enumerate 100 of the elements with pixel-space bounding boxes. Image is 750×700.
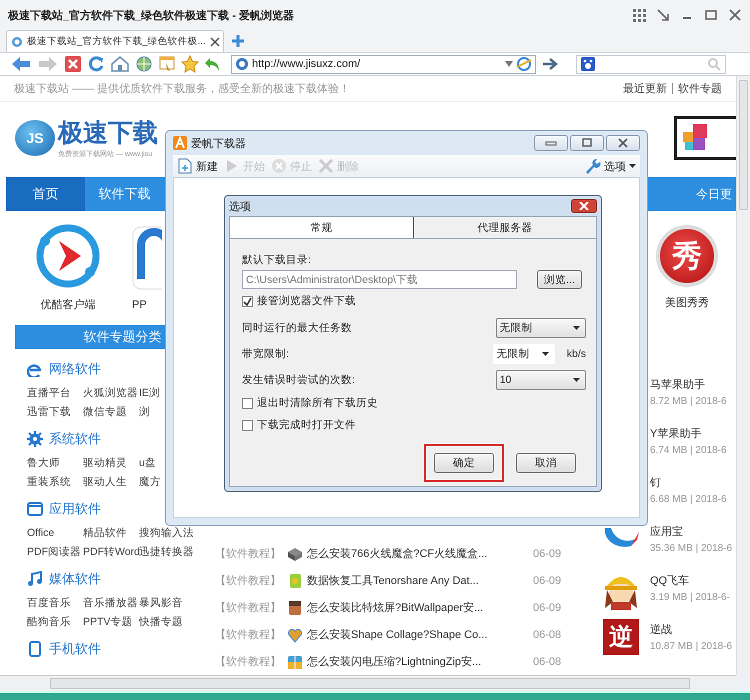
category-link[interactable]: 驱动精灵 — [83, 456, 127, 470]
app-link[interactable]: 逆战 — [650, 622, 732, 636]
category-link[interactable]: u盘 — [139, 456, 156, 470]
category-link[interactable]: PPTV专题 — [83, 615, 132, 629]
category-link[interactable]: 鲁大师 — [27, 456, 60, 470]
close-icon[interactable] — [728, 8, 742, 22]
window-title: 极速下载站_官方软件下载_绿色软件极速下载 - 爱帆浏览器 — [8, 8, 294, 22]
category-title[interactable]: 手机软件 — [49, 640, 101, 658]
category-link[interactable]: 精品软件 — [83, 526, 127, 540]
category-link[interactable]: 浏 — [139, 405, 150, 419]
back-icon[interactable] — [10, 55, 32, 73]
search-field[interactable] — [576, 54, 726, 74]
app-link[interactable]: 钉 — [650, 474, 727, 490]
article-tag: 【软件教程】 — [215, 627, 283, 642]
window-icon — [27, 501, 43, 517]
checkbox-label: 下载完成时打开文件 — [257, 418, 356, 432]
options-menu-button[interactable]: 选项 — [583, 157, 636, 175]
article-date: 06-08 — [533, 656, 562, 668]
app-icon[interactable]: 逆 — [603, 618, 639, 654]
star-icon[interactable] — [181, 55, 199, 73]
category-title[interactable]: 应用软件 — [49, 500, 101, 518]
app-meta: 3.19 MB | 2018-6- — [650, 592, 730, 602]
category-title[interactable]: 系统软件 — [49, 430, 101, 448]
category-title[interactable]: 媒体软件 — [49, 570, 101, 588]
category-link[interactable]: 百度音乐 — [27, 596, 71, 610]
category-link[interactable]: 迅捷转换器 — [139, 545, 194, 559]
category-link[interactable]: 迅雷下载 — [27, 405, 71, 419]
app-icon[interactable] — [132, 224, 162, 291]
dropdown[interactable]: 无限制 — [492, 344, 555, 364]
app-link[interactable]: QQ飞车 — [650, 572, 730, 588]
app-name[interactable]: 优酷客户端 — [40, 297, 96, 312]
address-bar[interactable]: http://www.jisuxz.com/ — [231, 54, 536, 74]
app-meta: 10.87 MB | 2018-6 — [650, 640, 732, 652]
horizontal-scrollbar[interactable] — [0, 675, 736, 691]
category-link[interactable]: PDF转Word — [83, 545, 140, 559]
category-link[interactable]: 音乐播放器 — [83, 596, 138, 610]
stop-icon[interactable] — [64, 55, 82, 73]
home-icon[interactable] — [110, 55, 130, 73]
category-title[interactable]: 网络软件 — [49, 360, 101, 378]
app-link[interactable]: Y苹果助手 — [650, 426, 727, 440]
note-icon[interactable] — [158, 55, 176, 73]
category-link[interactable]: 魔方 — [139, 475, 161, 489]
checkbox[interactable] — [242, 398, 253, 408]
unit-label: kb/s — [566, 348, 586, 360]
maximize-icon[interactable] — [581, 138, 593, 148]
document-icon — [287, 572, 303, 588]
category-link[interactable]: Office — [27, 526, 54, 540]
article-date: 06-09 — [533, 602, 562, 614]
app-name[interactable]: PP — [132, 298, 147, 311]
close-icon[interactable] — [210, 36, 220, 46]
browser-tab[interactable]: 极速下载站_官方软件下载_绿色软件极... — [6, 30, 224, 52]
dialog-tab[interactable]: 代理服务器 — [414, 217, 596, 238]
nav-tab[interactable]: 首页 — [6, 177, 85, 211]
shrink-icon[interactable] — [656, 8, 670, 22]
dropdown[interactable]: 无限制 — [496, 318, 586, 338]
category-link[interactable]: 直播平台 — [27, 386, 71, 400]
maximize-icon[interactable] — [704, 8, 718, 22]
article-tag: 【软件教程】 — [215, 546, 283, 561]
category-link[interactable]: 酷狗音乐 — [27, 615, 71, 629]
play-circle-icon[interactable] — [35, 223, 101, 290]
toolbar-button[interactable]: 新建 — [177, 158, 218, 174]
category-link[interactable]: 重装系统 — [27, 475, 71, 489]
app-name[interactable]: 美图秀秀 — [665, 295, 709, 310]
article-link[interactable]: 怎么安装闪电压缩?LightningZip安... — [307, 654, 529, 669]
input-field[interactable]: C:\Users\Administrator\Desktop\下载 — [242, 270, 517, 289]
top-link[interactable]: 最近更新 — [623, 80, 667, 96]
category-link[interactable]: 暴风影音 — [139, 596, 183, 610]
checkbox[interactable] — [242, 420, 253, 430]
dialog-button[interactable]: 取消 — [516, 453, 576, 473]
category-link[interactable]: 驱动人生 — [83, 475, 127, 489]
close-icon[interactable] — [617, 138, 629, 148]
app-icon[interactable]: 秀 — [656, 225, 718, 288]
plus-icon[interactable] — [231, 34, 245, 48]
article-link[interactable]: 怎么安装766火线魔盒?CF火线魔盒... — [307, 546, 529, 561]
top-link[interactable]: 软件专题 — [678, 80, 722, 96]
article-link[interactable]: 怎么安装Shape Collage?Shape Co... — [307, 627, 529, 642]
dialog-button[interactable]: 确定 — [434, 453, 494, 473]
checkbox[interactable] — [242, 296, 253, 306]
grid-icon[interactable] — [632, 8, 646, 22]
refresh-icon[interactable] — [87, 55, 105, 73]
category-link[interactable]: 快播专题 — [139, 615, 183, 629]
category-link[interactable]: 微信专题 — [83, 405, 127, 419]
category-link[interactable]: IE浏 — [139, 386, 160, 400]
category-link[interactable]: 搜狗输入法 — [139, 526, 194, 540]
article-link[interactable]: 数据恢复工具Tenorshare Any Dat... — [307, 573, 529, 588]
logo-badge: JS — [15, 120, 55, 156]
category-link[interactable]: PDF阅读器 — [27, 545, 81, 559]
category-link[interactable]: 火狐浏览器 — [83, 386, 138, 400]
article-tag: 【软件教程】 — [215, 600, 283, 615]
article-date: 06-09 — [533, 574, 562, 586]
gear-icon — [27, 431, 43, 447]
vertical-scrollbar[interactable] — [736, 76, 750, 675]
compat-icon[interactable] — [516, 56, 532, 72]
close-button[interactable] — [571, 199, 597, 213]
article-link[interactable]: 怎么安装比特炫屏?BitWallpaper安... — [307, 600, 529, 615]
dropdown[interactable]: 10 — [496, 370, 586, 390]
app-link[interactable]: 马苹果助手 — [650, 376, 727, 392]
app-link[interactable]: 应用宝 — [650, 524, 732, 538]
browse-button[interactable]: 浏览... — [537, 270, 582, 289]
address-field[interactable]: http://www.jisuxz.com/ — [252, 58, 502, 70]
